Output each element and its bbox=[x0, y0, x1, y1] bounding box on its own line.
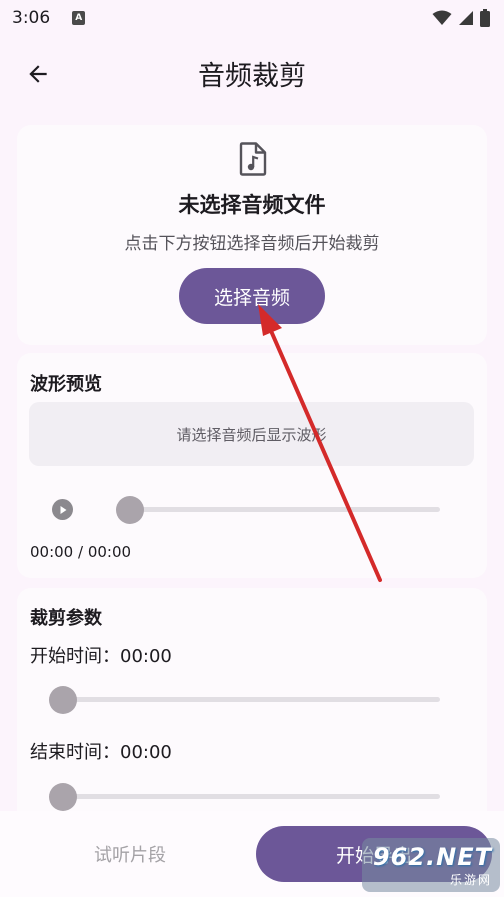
signal-icon bbox=[459, 11, 473, 25]
start-time-slider-track[interactable] bbox=[50, 697, 440, 702]
waveform-placeholder: 请选择音频后显示波形 bbox=[29, 402, 474, 466]
play-icon bbox=[60, 505, 66, 514]
playback-slider-thumb[interactable] bbox=[116, 496, 144, 524]
playback-time-readout: 00:00 / 00:00 bbox=[30, 543, 132, 561]
start-time-slider-thumb[interactable] bbox=[49, 686, 77, 714]
end-time-slider-track[interactable] bbox=[50, 794, 440, 799]
top-app-bar: 音频裁剪 bbox=[0, 40, 504, 104]
playback-slider-track[interactable] bbox=[124, 507, 440, 512]
select-audio-button[interactable]: 选择音频 bbox=[179, 268, 325, 324]
file-hint-text: 点击下方按钮选择音频后开始裁剪 bbox=[124, 234, 380, 254]
trim-params-card: 裁剪参数 开始时间：00:00 结束时间：00:00 bbox=[17, 588, 487, 828]
end-time-label: 结束时间：00:00 bbox=[30, 742, 172, 763]
watermark-logo: 962.NET bbox=[372, 842, 492, 871]
status-time: 3:06 bbox=[12, 8, 51, 28]
site-watermark: 962.NET 乐游网 bbox=[362, 838, 500, 892]
status-icons bbox=[432, 9, 490, 27]
start-time-label: 开始时间：00:00 bbox=[30, 646, 172, 667]
waveform-preview-card: 波形预览 请选择音频后显示波形 00:00 / 00:00 bbox=[17, 353, 487, 578]
play-button[interactable] bbox=[52, 499, 73, 520]
file-select-card: 未选择音频文件 点击下方按钮选择音频后开始裁剪 选择音频 bbox=[17, 125, 487, 345]
page-title: 音频裁剪 bbox=[198, 61, 306, 92]
status-bar: 3:06 A bbox=[0, 0, 504, 36]
watermark-subtitle: 乐游网 bbox=[449, 872, 492, 887]
preview-segment-button[interactable]: 试听片段 bbox=[40, 826, 220, 882]
audio-file-icon bbox=[239, 142, 267, 176]
wifi-icon bbox=[432, 10, 452, 25]
no-file-heading: 未选择音频文件 bbox=[178, 193, 326, 217]
notification-icon: A bbox=[72, 11, 86, 25]
battery-icon bbox=[480, 9, 490, 27]
waveform-section-title: 波形预览 bbox=[30, 374, 102, 395]
end-time-slider-thumb[interactable] bbox=[49, 783, 77, 811]
waveform-placeholder-text: 请选择音频后显示波形 bbox=[176, 425, 327, 444]
params-section-title: 裁剪参数 bbox=[30, 608, 102, 629]
